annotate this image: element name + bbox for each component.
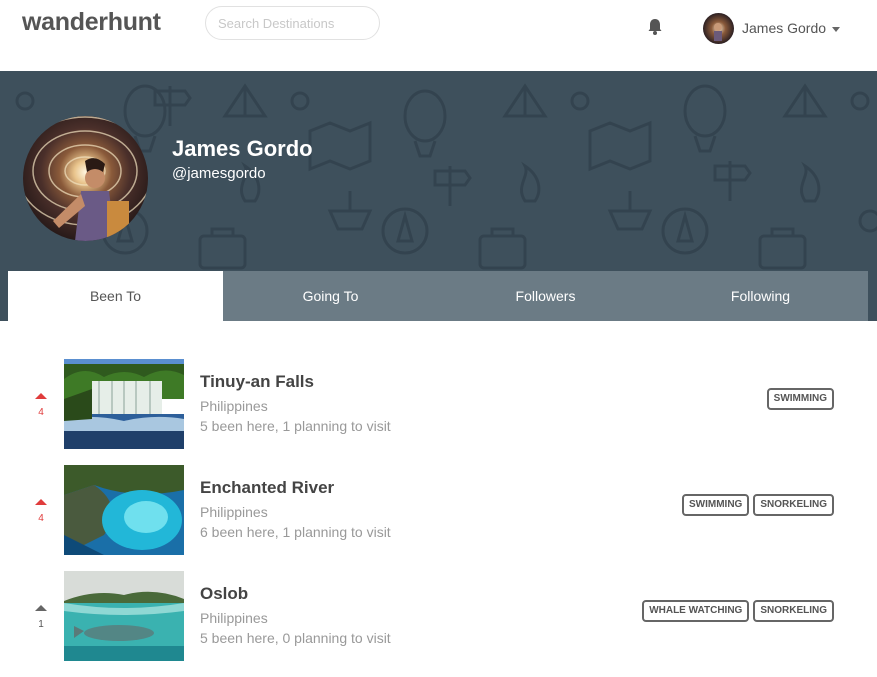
tag-swimming[interactable]: SWIMMING <box>766 388 834 410</box>
destination-stats: 5 been here, 1 planning to visit <box>200 418 391 434</box>
activity-tags: SWIMMING <box>766 388 834 410</box>
top-navbar: wanderhunt James Gordo <box>0 0 877 71</box>
avatar <box>703 12 734 44</box>
tab-going-to[interactable]: Going To <box>223 271 438 321</box>
destination-title[interactable]: Tinuy-an Falls <box>200 372 314 392</box>
chevron-down-icon <box>832 26 841 32</box>
destination-list: 4 Tinuy-an Falls Philippines 5 been here… <box>0 359 877 677</box>
destination-thumbnail[interactable] <box>64 571 184 661</box>
site-logo[interactable]: wanderhunt <box>22 8 161 37</box>
destination-thumbnail[interactable] <box>64 359 184 449</box>
user-name: James Gordo <box>742 20 827 36</box>
upvote-arrow-icon[interactable] <box>35 393 47 399</box>
profile-avatar <box>23 116 148 241</box>
user-menu[interactable]: James Gordo <box>703 12 841 44</box>
destination-stats: 5 been here, 0 planning to visit <box>200 630 391 646</box>
profile-banner: James Gordo @jamesgordo Been To Going To… <box>0 71 877 321</box>
destination-title[interactable]: Oslob <box>200 584 248 604</box>
vote-count: 4 <box>38 407 44 418</box>
vote-count: 4 <box>38 513 44 524</box>
upvote-control[interactable]: 4 <box>32 499 50 524</box>
vote-count: 1 <box>38 619 44 630</box>
upvote-control[interactable]: 4 <box>32 393 50 418</box>
list-item: 4 Enchanted River Philippines 6 been her… <box>0 465 877 571</box>
bell-icon[interactable] <box>645 17 665 37</box>
upvote-control[interactable]: 1 <box>32 605 50 630</box>
profile-handle: @jamesgordo <box>172 165 266 182</box>
destination-country: Philippines <box>200 610 268 626</box>
tab-followers[interactable]: Followers <box>438 271 653 321</box>
list-item: 4 Tinuy-an Falls Philippines 5 been here… <box>0 359 877 465</box>
destination-thumbnail[interactable] <box>64 465 184 555</box>
upvote-arrow-icon[interactable] <box>35 499 47 505</box>
tag-whale-watching[interactable]: WHALE WATCHING <box>642 600 750 622</box>
list-item: 1 Oslob Philippines 5 been here, 0 plann… <box>0 571 877 677</box>
profile-tabs: Been To Going To Followers Following <box>8 271 868 321</box>
tag-snorkeling[interactable]: SNORKELING <box>753 494 834 516</box>
activity-tags: SWIMMING SNORKELING <box>682 494 834 516</box>
upvote-arrow-icon[interactable] <box>35 605 47 611</box>
tag-snorkeling[interactable]: SNORKELING <box>753 600 834 622</box>
tag-swimming[interactable]: SWIMMING <box>682 494 750 516</box>
tab-been-to[interactable]: Been To <box>8 271 223 321</box>
search-input[interactable] <box>205 6 380 40</box>
activity-tags: WHALE WATCHING SNORKELING <box>642 600 834 622</box>
profile-name: James Gordo <box>172 136 313 161</box>
destination-stats: 6 been here, 1 planning to visit <box>200 524 391 540</box>
tab-following[interactable]: Following <box>653 271 868 321</box>
destination-country: Philippines <box>200 398 268 414</box>
destination-country: Philippines <box>200 504 268 520</box>
destination-title[interactable]: Enchanted River <box>200 478 334 498</box>
